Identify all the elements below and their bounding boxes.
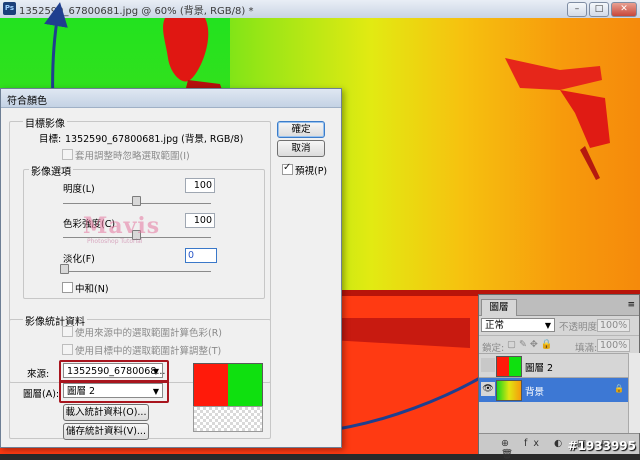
preview-label: 預視(P) [295, 166, 328, 177]
fade-slider-track[interactable] [63, 271, 211, 272]
layer-2-thumbnail [496, 356, 522, 377]
use-source-selection-label: 使用來源中的選取範圍計算色彩(R) [75, 328, 223, 339]
background-layer-thumbnail [496, 380, 522, 401]
layers-lock-bar: 鎖定: ▢✎✥🔒 填滿: 100% [479, 335, 639, 354]
watermark-subtitle: Photoshop Tutorial [87, 238, 143, 245]
preview-red-swatch [194, 364, 228, 406]
layer-row-2[interactable]: 圖層 2 [479, 353, 628, 378]
target-value: 1352590_67800681.jpg (背景, RGB/8) [65, 134, 244, 145]
save-statistics-button[interactable]: 儲存統計資料(V)... [63, 423, 149, 440]
layer-highlight [59, 380, 169, 403]
layers-tabbar: 圖層 ≡ [479, 295, 639, 316]
use-source-selection-checkbox[interactable] [62, 326, 73, 337]
chevron-down-icon: ▼ [544, 321, 551, 330]
neutralize-label: 中和(N) [75, 284, 109, 295]
fill-input[interactable]: 100% [597, 339, 631, 352]
luminance-slider-thumb[interactable] [132, 196, 141, 206]
thumbnail-red [497, 357, 509, 376]
watermark-logo: Mavis [83, 213, 161, 239]
fade-label: 淡化(F) [63, 254, 95, 265]
image-options-label: 影像選項 [29, 163, 73, 178]
use-target-selection-label: 使用目標中的選取範圍計算調整(T) [75, 346, 222, 357]
target-prefix: 目標: [39, 134, 62, 145]
use-target-selection-checkbox[interactable] [62, 344, 73, 355]
luminance-label: 明度(L) [63, 184, 95, 195]
luminance-input[interactable]: 100 [185, 178, 215, 193]
dialog-titlebar: 符合顏色 [1, 89, 341, 108]
source-preview-thumbnail [193, 363, 263, 407]
fade-input[interactable]: 0 [185, 248, 217, 263]
ignore-selection-checkbox[interactable] [62, 149, 73, 160]
visibility-toggle-icon[interactable] [481, 358, 495, 372]
preview-checkbox[interactable] [282, 162, 293, 175]
dialog-title: 符合顏色 [7, 96, 47, 107]
blend-mode-select[interactable]: 正常 ▼ [481, 318, 555, 332]
fade-slider-thumb[interactable] [60, 264, 69, 274]
load-statistics-button[interactable]: 載入統計資料(O)... [63, 404, 149, 421]
layer-name: 背景 [525, 387, 545, 398]
lock-label: 鎖定: [482, 343, 505, 354]
layers-scrollbar[interactable] [628, 353, 640, 433]
lock-icon: 🔒 [614, 384, 624, 393]
preview-transparency-area [193, 406, 263, 432]
target-image-label: 目標影像 [23, 115, 67, 130]
layer-label: 圖層(A): [23, 389, 60, 400]
layers-options-bar: 正常 ▼ 不透明度: 100% [479, 316, 639, 334]
opacity-label: 不透明度: [559, 322, 601, 333]
color-intensity-input[interactable]: 100 [185, 213, 215, 228]
source-label: 來源: [27, 369, 50, 380]
fill-label: 填滿: [575, 343, 598, 354]
neutralize-checkbox[interactable] [62, 282, 73, 293]
ignore-selection-label: 套用調整時忽略選取範圍(I) [75, 151, 190, 162]
cancel-button[interactable]: 取消 [277, 140, 325, 157]
opacity-input[interactable]: 100% [597, 319, 631, 332]
preview-green-swatch [228, 364, 262, 406]
layers-panel: 圖層 ≡ 正常 ▼ 不透明度: 100% 鎖定: ▢✎✥🔒 填滿: 100% 圖… [478, 294, 640, 460]
thumbnail-green [509, 357, 521, 376]
lock-icons[interactable]: ▢✎✥🔒 [507, 339, 556, 350]
credit-id: #1933995 [567, 439, 636, 453]
match-color-dialog: 符合顏色 目標影像 目標: 1352590_67800681.jpg (背景, … [0, 88, 342, 448]
ok-button[interactable]: 確定 [277, 121, 325, 138]
layer-name: 圖層 2 [525, 363, 554, 374]
eye-icon[interactable]: 👁 [481, 382, 495, 396]
panel-menu-icon[interactable]: ≡ [627, 300, 635, 310]
tab-layers[interactable]: 圖層 [481, 299, 517, 316]
blend-mode-value: 正常 [485, 320, 505, 331]
layer-row-background[interactable]: 👁 背景 🔒 [479, 377, 628, 402]
